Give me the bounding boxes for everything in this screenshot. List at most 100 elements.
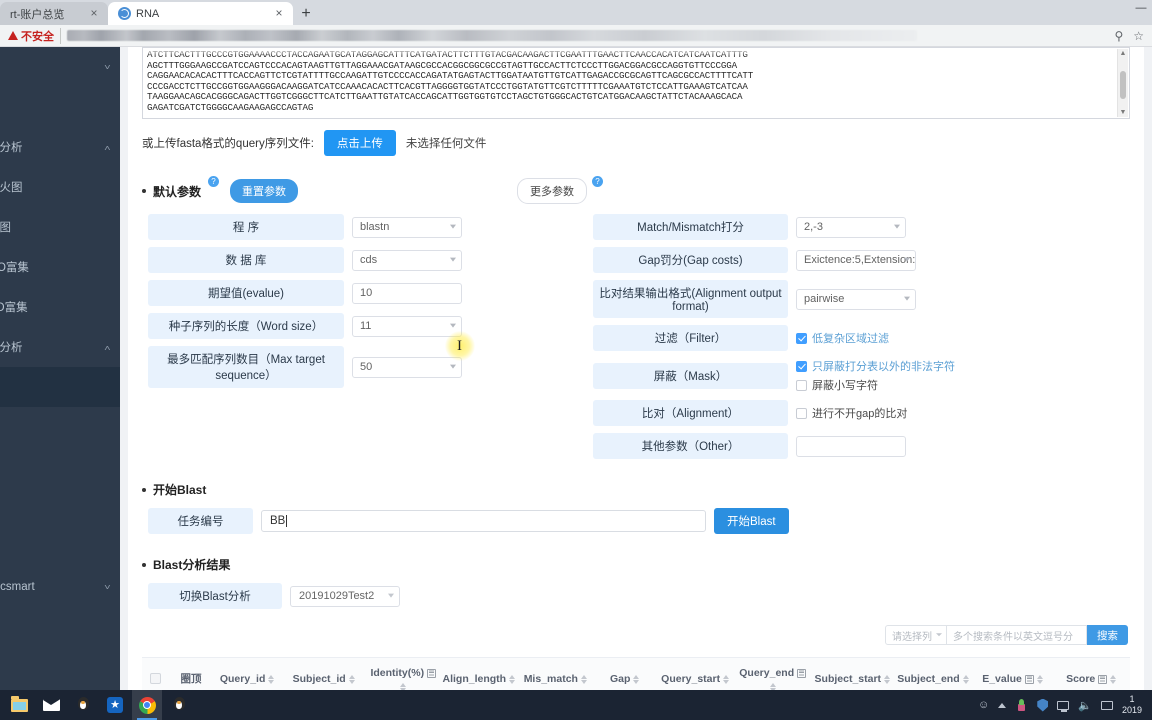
mask-lowercase-checkbox[interactable] bbox=[796, 379, 807, 391]
program-select[interactable]: blastn bbox=[352, 216, 462, 238]
scrollbar-thumb[interactable] bbox=[1120, 71, 1126, 99]
sort-icon[interactable] bbox=[400, 683, 407, 690]
filter-icon[interactable] bbox=[1024, 675, 1034, 684]
sort-icon[interactable] bbox=[962, 675, 969, 684]
speaker-icon[interactable]: 🔈 bbox=[1078, 699, 1092, 712]
chevron-up-icon[interactable] bbox=[998, 702, 1007, 708]
ungapped-checkbox[interactable] bbox=[796, 407, 807, 419]
url-input[interactable] bbox=[67, 30, 917, 41]
mask-illegal-checkbox[interactable] bbox=[796, 360, 807, 372]
textarea-scrollbar[interactable]: ▲ ▼ bbox=[1117, 49, 1128, 117]
th-select-all[interactable] bbox=[142, 657, 169, 690]
th-subject-id[interactable]: Subject_id bbox=[280, 657, 367, 690]
sidebar-item-omicsmart[interactable]: micsmart ˅ bbox=[0, 567, 120, 607]
taskbar-chrome[interactable] bbox=[132, 690, 162, 720]
th-align-length[interactable]: Align_length bbox=[440, 657, 518, 690]
ungapped-row[interactable]: 进行不开gap的比对 bbox=[796, 405, 907, 421]
th-query-end[interactable]: Query_end bbox=[733, 657, 812, 690]
sidebar-item-go-enrichment[interactable]: GO富集 bbox=[0, 247, 120, 287]
minimize-button[interactable]: — bbox=[1134, 2, 1148, 14]
filter-icon[interactable] bbox=[427, 669, 437, 678]
star-icon[interactable]: ☆ bbox=[1133, 29, 1144, 43]
sort-icon[interactable] bbox=[348, 675, 355, 684]
mask-lowercase-row[interactable]: 屏蔽小写字符 bbox=[796, 377, 955, 393]
taskbar-penguin-2[interactable] bbox=[164, 690, 194, 720]
security-warning[interactable]: 不安全 bbox=[8, 27, 61, 44]
more-params-button[interactable]: 更多参数 bbox=[517, 178, 588, 204]
reset-params-button[interactable]: 重置参数 bbox=[230, 179, 299, 203]
taskbar-penguin-1[interactable] bbox=[68, 690, 98, 720]
evalue-input[interactable]: 10 bbox=[352, 282, 462, 304]
low-complexity-checkbox[interactable] bbox=[796, 332, 807, 344]
taskbar-clock[interactable]: 1 2019 bbox=[1122, 694, 1142, 716]
database-select[interactable]: cds bbox=[352, 249, 462, 271]
max-target-select[interactable]: 50 bbox=[352, 356, 462, 378]
th-query-id[interactable]: Query_id bbox=[213, 657, 281, 690]
th-subject-start[interactable]: Subject_start bbox=[811, 657, 894, 690]
query-sequence-textarea[interactable]: ATCTTCACTTTGCCCGTGGAAAACCCTACCAGAATGCATA… bbox=[142, 47, 1130, 119]
sidebar-item-ko-enrichment[interactable]: KO富集 bbox=[0, 287, 120, 327]
sidebar-item-9[interactable]: 览 bbox=[0, 407, 120, 447]
filter-icon[interactable] bbox=[797, 669, 807, 678]
sidebar-item-11[interactable]: 包 bbox=[0, 487, 120, 527]
other-params-input[interactable] bbox=[796, 435, 906, 457]
switch-blast-select[interactable]: 20191029Test2 bbox=[290, 585, 400, 607]
scroll-up-icon[interactable]: ▲ bbox=[1118, 50, 1128, 57]
close-icon[interactable]: × bbox=[88, 7, 100, 20]
gap-costs-select[interactable]: Exictence:5,Extension:2 bbox=[796, 249, 916, 271]
sort-icon[interactable] bbox=[1110, 675, 1117, 684]
match-mismatch-select[interactable]: 2,-3 bbox=[796, 216, 906, 238]
sort-icon[interactable] bbox=[580, 675, 587, 684]
output-format-select[interactable]: pairwise bbox=[796, 288, 916, 310]
sidebar-item-3[interactable]: 尔火图 bbox=[0, 167, 120, 207]
flower-icon[interactable] bbox=[1015, 698, 1028, 712]
shield-icon[interactable] bbox=[1037, 698, 1049, 712]
browser-tab-2[interactable]: RNA × bbox=[108, 2, 293, 25]
sidebar-item-2[interactable]: 现分析 ˅ bbox=[0, 127, 120, 167]
sort-icon[interactable] bbox=[633, 675, 640, 684]
th-e-value[interactable]: E_value bbox=[972, 657, 1053, 690]
help-icon[interactable]: ? bbox=[592, 176, 604, 187]
th-subject-end[interactable]: Subject_end bbox=[893, 657, 973, 690]
help-icon[interactable]: ? bbox=[208, 176, 220, 187]
sort-icon[interactable] bbox=[723, 675, 730, 684]
monitor-icon[interactable] bbox=[1057, 700, 1070, 712]
sort-icon[interactable] bbox=[884, 675, 891, 684]
sidebar-item-blast-active[interactable]: t bbox=[0, 367, 120, 407]
people-icon[interactable]: ☺ bbox=[978, 699, 989, 711]
sort-icon[interactable] bbox=[268, 675, 275, 684]
select-all-checkbox[interactable] bbox=[149, 672, 161, 684]
th-score[interactable]: Score bbox=[1052, 657, 1130, 690]
sidebar-item-7[interactable]: 列分析 ˅ bbox=[0, 327, 120, 367]
new-tab-button[interactable]: + bbox=[293, 2, 319, 25]
task-id-input[interactable]: BB bbox=[261, 510, 706, 532]
th-query-start[interactable]: Query_start bbox=[656, 657, 734, 690]
taskbar-file-explorer[interactable] bbox=[4, 690, 34, 720]
sort-icon[interactable] bbox=[509, 675, 516, 684]
search-input[interactable]: 多个搜索条件以英文逗号分 bbox=[947, 625, 1087, 645]
scroll-down-icon[interactable]: ▼ bbox=[1118, 109, 1128, 116]
start-blast-button[interactable]: 开始Blast bbox=[714, 508, 789, 534]
upload-button[interactable]: 点击上传 bbox=[323, 130, 396, 156]
keyboard-icon[interactable] bbox=[1100, 700, 1113, 710]
search-icon[interactable]: ⚲ bbox=[1114, 29, 1123, 43]
browser-tab-1[interactable]: rt-账户总览 × bbox=[0, 2, 108, 25]
close-icon[interactable]: × bbox=[273, 7, 285, 20]
sidebar-item-0[interactable]: 行 ˅ bbox=[0, 47, 120, 87]
sort-icon[interactable] bbox=[1036, 675, 1043, 684]
sidebar-item-1[interactable]: 行 bbox=[0, 87, 120, 127]
filter-checkbox-row[interactable]: 低复杂区域过滤 bbox=[796, 330, 889, 346]
sidebar-item-12[interactable]: 方 bbox=[0, 527, 120, 567]
th-identity[interactable]: Identity(%) bbox=[366, 657, 441, 690]
sort-icon[interactable] bbox=[769, 683, 776, 690]
mask-illegal-row[interactable]: 只屏蔽打分表以外的非法字符 bbox=[796, 358, 955, 374]
taskbar-star-app[interactable] bbox=[100, 690, 130, 720]
th-mis-match[interactable]: Mis_match bbox=[517, 657, 594, 690]
word-size-select[interactable]: 11 bbox=[352, 315, 462, 337]
filter-icon[interactable] bbox=[1098, 675, 1108, 684]
search-button[interactable]: 搜索 bbox=[1087, 625, 1128, 645]
sidebar-item-4[interactable]: 热图 bbox=[0, 207, 120, 247]
search-column-select[interactable]: 请选择列 bbox=[885, 625, 947, 645]
taskbar-mail[interactable] bbox=[36, 690, 66, 720]
th-gap[interactable]: Gap bbox=[593, 657, 657, 690]
